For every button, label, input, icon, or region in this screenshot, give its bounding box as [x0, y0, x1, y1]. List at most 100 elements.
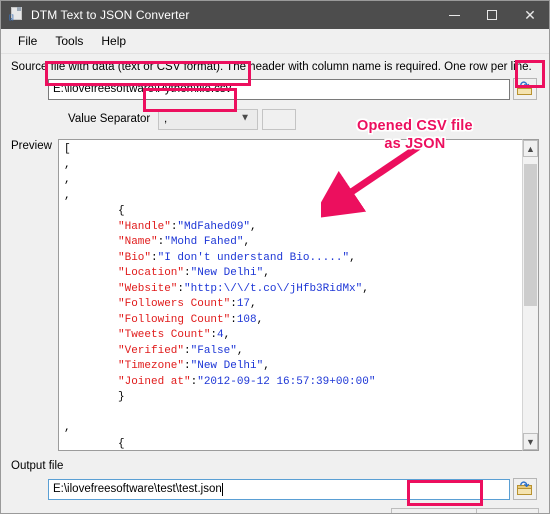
value-separator-custom-input[interactable] [262, 108, 296, 130]
code-token: , [349, 251, 356, 264]
application-window: [,] DTM Text to JSON Converter ✕ File To… [0, 0, 550, 514]
scroll-up-button[interactable]: ▲ [523, 140, 538, 157]
preview-code-line [64, 406, 522, 422]
preview-code-line: "Tweets Count":4, [64, 328, 522, 344]
code-token: , [64, 422, 71, 434]
code-token: "Mohd Fahed" [164, 236, 244, 248]
menu-item-help[interactable]: Help [92, 31, 135, 51]
code-token: , [263, 360, 270, 372]
code-token: : [184, 344, 191, 357]
preview-code-line: [ [64, 142, 522, 158]
chevron-down-icon: ▼ [526, 436, 535, 447]
preview-code-line: { [64, 204, 522, 220]
code-token: "I don't understand Bio....." [157, 251, 350, 264]
output-file-row: E:\ilovefreesoftware\test\test.json ↷ [1, 476, 549, 502]
preview-code-line: "Verified":"False", [64, 344, 522, 360]
preview-code-line: "Followers Count":17, [64, 297, 522, 313]
code-token: , [223, 329, 231, 341]
source-browse-button[interactable]: ↷ [513, 78, 537, 100]
output-file-input[interactable]: E:\ilovefreesoftware\test\test.json [48, 478, 510, 500]
preview-code: [,,,{"Handle":"MdFahed09", "Name":"Mohd F… [59, 140, 522, 451]
app-document-icon: [,] [8, 7, 24, 23]
code-token: 4 [217, 329, 224, 341]
code-token: : [184, 267, 191, 279]
minimize-icon [448, 14, 460, 16]
format-row: Format JSON ▼ Convert ✕ Quit [1, 502, 549, 513]
code-token: , [256, 313, 264, 326]
value-separator-value: , [164, 113, 168, 125]
value-separator-select[interactable]: , ▼ [158, 108, 258, 130]
code-token: "Bio" [118, 251, 152, 264]
menu-item-tools[interactable]: Tools [46, 31, 92, 51]
code-token: "Handle" [118, 220, 171, 233]
code-token: : [230, 313, 237, 326]
code-token: } [118, 391, 125, 403]
output-browse-button[interactable]: ↷ [513, 478, 537, 500]
code-token: "Name" [118, 236, 158, 248]
quit-button[interactable]: ✕ Quit [477, 508, 539, 513]
folder-open-icon: ↷ [517, 481, 533, 496]
convert-button[interactable]: Convert [391, 508, 477, 513]
source-hint-label: Source file with data (text or CSV forma… [11, 61, 532, 73]
code-token: "http:\/\/t.co\/jHfb3RidMx" [184, 282, 363, 295]
preview-code-line: , [64, 158, 522, 174]
source-file-input[interactable]: E:\ilovefreesoftware\Python\file.csv [48, 78, 510, 100]
code-token: , [263, 267, 270, 279]
preview-code-line: { [64, 437, 522, 451]
code-token: "Followers Count" [118, 298, 231, 310]
code-token: "Website" [118, 282, 178, 295]
preview-label: Preview [11, 140, 52, 152]
code-token: "New Delhi" [190, 360, 264, 372]
preview-code-line: } [64, 390, 522, 406]
preview-code-line: "Website":"http:\/\/t.co\/jHfb3RidMx", [64, 282, 522, 298]
scrollbar-thumb[interactable] [524, 164, 537, 306]
preview-textarea[interactable]: [,,,{"Handle":"MdFahed09", "Name":"Mohd F… [58, 139, 522, 451]
window-title: DTM Text to JSON Converter [31, 8, 190, 22]
code-token: , [64, 158, 71, 171]
source-file-row: E:\ilovefreesoftware\Python\file.csv ↷ [1, 77, 549, 101]
minimize-button[interactable] [435, 1, 473, 29]
output-file-label: Output file [11, 460, 64, 472]
main-body: Source file with data (text or CSV forma… [1, 54, 549, 513]
folder-open-icon: ↷ [517, 81, 533, 96]
preview-code-line: "Name":"Mohd Fahed", [64, 235, 522, 251]
preview-code-line: , [64, 173, 522, 189]
preview-code-line: "Location":"New Delhi", [64, 266, 522, 282]
output-file-value: E:\ilovefreesoftware\test\test.json [53, 483, 222, 495]
preview-code-line: "Bio":"I don't understand Bio.....", [64, 251, 522, 267]
code-token: : [151, 251, 158, 264]
code-token: "New Delhi" [190, 267, 264, 279]
menu-bar: File Tools Help [1, 29, 549, 54]
code-token: { [118, 437, 125, 450]
code-token: "Tweets Count" [118, 329, 211, 341]
value-separator-label: Value Separator [68, 113, 151, 125]
close-button[interactable]: ✕ [511, 1, 549, 29]
code-token: "Following Count" [118, 313, 231, 326]
action-buttons: Convert ✕ Quit [391, 508, 539, 513]
code-token: "Verified" [118, 344, 185, 357]
code-token: 108 [236, 313, 257, 326]
code-token: "Location" [118, 267, 185, 279]
code-token: : [184, 360, 191, 372]
preview-code-line: "Timezone":"New Delhi", [64, 359, 522, 375]
text-caret [221, 482, 223, 496]
preview-code-line: "Following Count":108, [64, 313, 522, 329]
scroll-down-button[interactable]: ▼ [523, 433, 538, 450]
code-token: [ [64, 143, 71, 155]
code-token: , [64, 174, 71, 186]
chevron-up-icon: ▲ [526, 143, 535, 154]
preview-code-line: "Handle":"MdFahed09", [64, 220, 522, 236]
code-token: "Timezone" [118, 360, 185, 372]
value-separator-row: Value Separator , ▼ [1, 101, 549, 132]
chevron-down-icon: ▼ [240, 112, 250, 124]
code-token: : [230, 298, 237, 310]
preview-code-line: , [64, 189, 522, 205]
maximize-button[interactable] [473, 1, 511, 29]
code-token: , [243, 236, 251, 248]
preview-scrollbar[interactable]: ▲ ▼ [522, 139, 539, 451]
menu-item-file[interactable]: File [9, 31, 46, 51]
code-token: { [118, 205, 125, 217]
preview-section: Preview [,,,{"Handle":"MdFahed09", "Name"… [1, 139, 549, 451]
code-token: , [236, 344, 244, 357]
code-token: "Joined at" [118, 375, 191, 388]
